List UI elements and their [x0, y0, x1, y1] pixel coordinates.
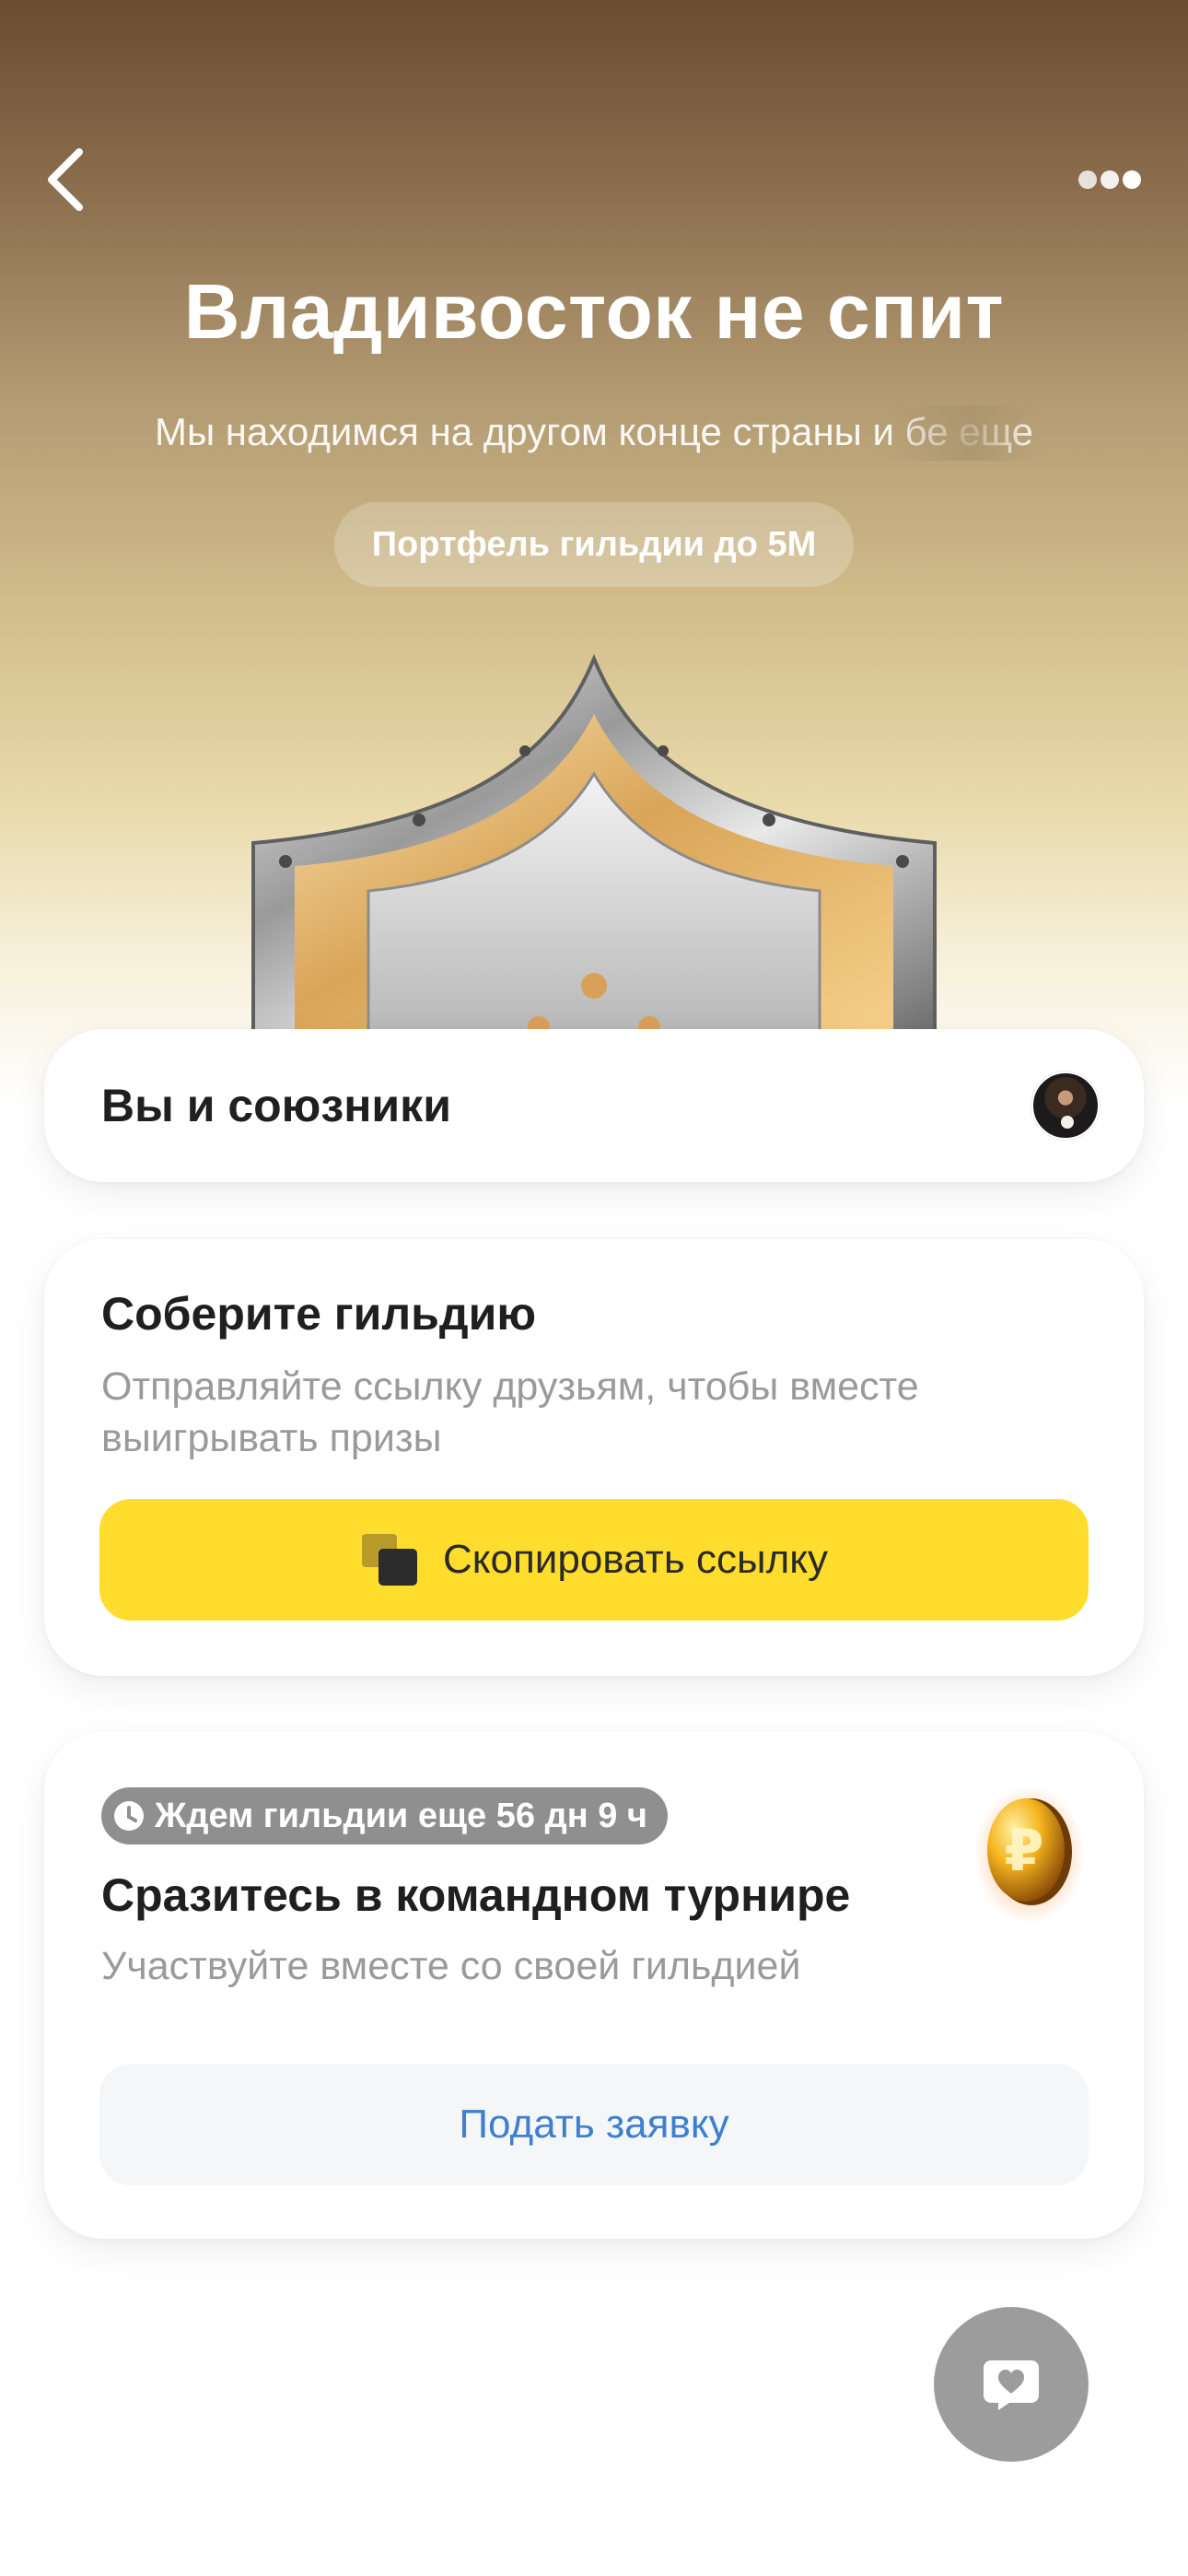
page-title: Владивосток не спит	[183, 268, 1005, 355]
allies-label: Вы и союзники	[101, 1080, 451, 1131]
gold-ruble-coin-icon: ₽	[974, 1786, 1085, 1924]
timer-label: Ждем гильдии еще 56 дн 9 ч	[155, 1796, 647, 1835]
back-button[interactable]	[28, 138, 101, 221]
portfolio-pill[interactable]: Портфель гильдии до 5М	[334, 502, 854, 587]
copy-icon	[361, 1534, 417, 1586]
copy-link-label: Скопировать ссылку	[442, 1537, 829, 1582]
page-subtitle: Мы находимся на другом конце страны и бе…	[154, 410, 1034, 453]
tournament-card: Ждем гильдии еще 56 дн 9 ч Сразитесь в к…	[44, 1732, 1144, 2239]
clock-icon	[114, 1801, 144, 1831]
guild-screen: Владивосток не спит Мы находимся на друг…	[0, 0, 1188, 2576]
svg-text:₽: ₽	[1004, 1817, 1043, 1884]
allies-card[interactable]: Вы и союзники	[44, 1029, 1144, 1182]
guild-card: Соберите гильдию Отправляйте ссылку друз…	[44, 1239, 1144, 1676]
chat-button[interactable]	[934, 2307, 1089, 2462]
more-button[interactable]	[1068, 157, 1151, 203]
copy-link-button[interactable]: Скопировать ссылку	[99, 1499, 1089, 1621]
apply-button[interactable]: Подать заявку	[99, 2064, 1089, 2185]
shield-icon	[251, 653, 937, 1036]
guild-title: Соберите гильдию	[101, 1288, 537, 1340]
tournament-title: Сразитесь в командном турнире	[101, 1869, 851, 1921]
timer-badge: Ждем гильдии еще 56 дн 9 ч	[101, 1787, 668, 1844]
avatar	[1031, 1071, 1100, 1140]
chat-heart-icon	[984, 2360, 1039, 2410]
guild-description: Отправляйте ссылку друзьям, чтобы вместе…	[101, 1364, 919, 1460]
tournament-description: Участвуйте вместе со своей гильдией	[101, 1944, 801, 1988]
chevron-left-icon	[48, 148, 83, 211]
more-dots-icon	[1078, 170, 1141, 189]
